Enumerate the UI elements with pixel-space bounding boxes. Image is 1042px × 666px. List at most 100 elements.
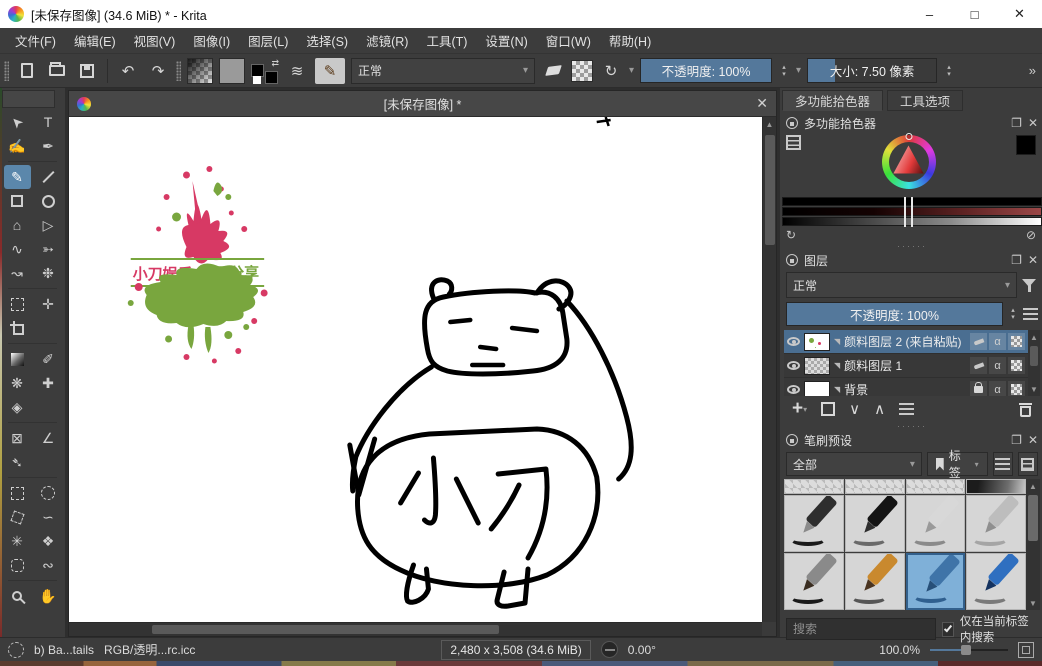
opacity-spinner[interactable]: ▴▾ — [778, 64, 790, 78]
menu-item-4[interactable]: 图像(I) — [184, 31, 239, 50]
layer-thumbnail[interactable] — [804, 357, 830, 375]
brush-preset-eraser-circle[interactable] — [784, 479, 844, 494]
rectangle-tool[interactable] — [4, 189, 31, 213]
layer-opacity-spinner[interactable]: ▴▾ — [1007, 307, 1019, 321]
brush-search-input[interactable] — [786, 618, 936, 640]
reload-preset-button[interactable]: ↻ — [599, 58, 623, 84]
layer-alpha-checker-badge[interactable] — [1008, 357, 1025, 374]
fill-tool[interactable]: ◈ — [4, 395, 31, 419]
component-bar-handle[interactable] — [904, 197, 913, 227]
brush-grid-scrollbar[interactable]: ▲ ▼ — [1026, 479, 1040, 610]
blocked-icon[interactable]: ⊘ — [1026, 228, 1036, 242]
menu-item-7[interactable]: 滤镜(R) — [357, 31, 417, 50]
brush-preset-technical-pen[interactable] — [966, 495, 1026, 552]
colorize-mask-tool[interactable]: ❋ — [4, 371, 31, 395]
brush-preset-airbrush-linear[interactable] — [966, 479, 1026, 494]
preserve-alpha-button[interactable] — [571, 60, 593, 82]
close-button[interactable]: ✕ — [997, 0, 1042, 28]
brush-preset-ink-brush[interactable] — [845, 495, 905, 552]
swap-colors-icon[interactable]: ⇄ — [271, 58, 279, 69]
layer-inherit-alpha-badge[interactable] — [970, 357, 987, 374]
zoom-tool[interactable] — [4, 584, 31, 608]
eraser-mode-button[interactable] — [541, 58, 565, 84]
canvas-rotation-icon[interactable] — [601, 641, 618, 658]
hue-handle-icon[interactable] — [905, 133, 912, 140]
scroll-up-icon[interactable]: ▲ — [763, 117, 776, 131]
gradient-tool[interactable] — [4, 347, 31, 371]
docker-lock-icon[interactable] — [786, 117, 798, 129]
scroll-up-icon[interactable]: ▲ — [1028, 330, 1040, 344]
edit-shapes-tool[interactable]: ✍ — [4, 134, 31, 158]
layer-inherit-alpha-badge[interactable] — [970, 333, 987, 350]
layer-row-2[interactable]: ◥颜料图层 1α — [784, 354, 1028, 378]
fg-bg-color-widget[interactable]: ⇄ — [251, 58, 279, 84]
canvas-vertical-scrollbar[interactable]: ▲ — [762, 117, 776, 622]
layer-visibility-icon[interactable] — [787, 337, 800, 346]
delete-layer-button[interactable] — [1019, 402, 1032, 417]
color-wheel[interactable] — [882, 135, 936, 189]
move-layer-down-button[interactable]: ∨ — [849, 400, 860, 418]
blending-mode-combo[interactable]: 正常 ▾ — [351, 58, 535, 84]
calligraphy-tool[interactable]: ✒ — [35, 134, 62, 158]
close-docker-icon[interactable]: ✕ — [1028, 433, 1038, 447]
pattern-chooser-button[interactable] — [219, 58, 245, 84]
vertical-scroll-thumb[interactable] — [765, 135, 775, 245]
tab-tool-options[interactable]: 工具选项 — [887, 90, 963, 111]
layer-alpha-badge[interactable]: α — [989, 333, 1006, 350]
line-tool[interactable] — [35, 165, 62, 189]
freehand-select-tool[interactable]: ∽ — [35, 505, 62, 529]
polyline-tool[interactable]: ▷ — [35, 213, 62, 237]
color-settings-icon[interactable] — [786, 135, 801, 150]
docker-lock-icon[interactable] — [786, 434, 798, 446]
layer-filter-icon[interactable] — [1021, 278, 1038, 293]
subwindow-titlebar[interactable]: [未保存图像] * ✕ — [69, 91, 776, 117]
selection-display-icon[interactable] — [8, 642, 24, 658]
subwindow-close-button[interactable]: ✕ — [756, 95, 768, 112]
bezier-select-tool[interactable] — [4, 553, 31, 577]
assistants-tool[interactable]: ⊠ — [4, 426, 31, 450]
maximize-button[interactable]: □ — [952, 0, 997, 28]
layer-alpha-badge[interactable]: α — [989, 381, 1006, 396]
layer-opacity-slider[interactable]: 不透明度: 100% — [786, 302, 1003, 326]
similar-color-select-tool[interactable]: ❖ — [35, 529, 62, 553]
bezier-curve-tool[interactable]: ∿ — [4, 237, 31, 261]
reference-images-tool[interactable]: ➴ — [4, 450, 31, 474]
scroll-up-icon[interactable]: ▲ — [1026, 479, 1040, 493]
magic-wand-select-tool[interactable]: ✳ — [4, 529, 31, 553]
layer-list-scrollbar[interactable]: ▲ ▼ — [1028, 330, 1040, 396]
open-document-button[interactable] — [45, 58, 69, 84]
float-docker-icon[interactable]: ❐ — [1011, 253, 1022, 267]
float-docker-icon[interactable]: ❐ — [1011, 116, 1022, 130]
layer-name[interactable]: 背景 — [844, 381, 966, 396]
layer-properties-button[interactable] — [899, 408, 914, 410]
default-colors-mini[interactable] — [253, 76, 261, 84]
float-docker-icon[interactable]: ❐ — [1011, 433, 1022, 447]
zoom-slider[interactable] — [930, 643, 1008, 657]
polygon-select-tool[interactable] — [4, 505, 31, 529]
layer-name[interactable]: 颜料图层 1 — [844, 357, 966, 374]
menu-item-10[interactable]: 窗口(W) — [537, 31, 600, 50]
color-sampler-tool[interactable]: ✐ — [35, 347, 62, 371]
transform-tool[interactable] — [4, 292, 31, 316]
new-document-button[interactable] — [15, 58, 39, 84]
brush-option-slider-button[interactable]: ≋ — [285, 58, 309, 84]
layer-thumbnail[interactable] — [804, 333, 830, 351]
layer-blending-mode-combo[interactable]: 正常 ▾ — [786, 272, 1017, 298]
multibrush-tool[interactable]: ❉ — [35, 261, 62, 285]
layer-row-1[interactable]: ◥颜料图层 2 (来自粘贴)α — [784, 330, 1028, 354]
color-component-bars[interactable] — [782, 197, 1042, 227]
ellipse-tool[interactable] — [35, 189, 62, 213]
measure-tool[interactable]: ∠ — [35, 426, 62, 450]
menu-item-8[interactable]: 工具(T) — [417, 31, 476, 50]
horizontal-scroll-thumb[interactable] — [152, 625, 499, 634]
menu-item-5[interactable]: 图层(L) — [239, 31, 297, 50]
layer-thumbnail[interactable] — [804, 381, 830, 397]
layer-menu-icon[interactable] — [1023, 313, 1038, 315]
smart-patch-tool[interactable]: ✚ — [35, 371, 62, 395]
menu-item-1[interactable]: 文件(F) — [6, 31, 65, 50]
dynamic-brush-tool[interactable]: ↝ — [4, 261, 31, 285]
tags-button[interactable]: 标签 ▾ — [927, 452, 988, 476]
brush-filter-combo[interactable]: 全部 ▾ — [786, 452, 922, 476]
layer-scroll-thumb[interactable] — [1030, 346, 1038, 366]
layer-row-3[interactable]: ◥背景α — [784, 378, 1028, 396]
